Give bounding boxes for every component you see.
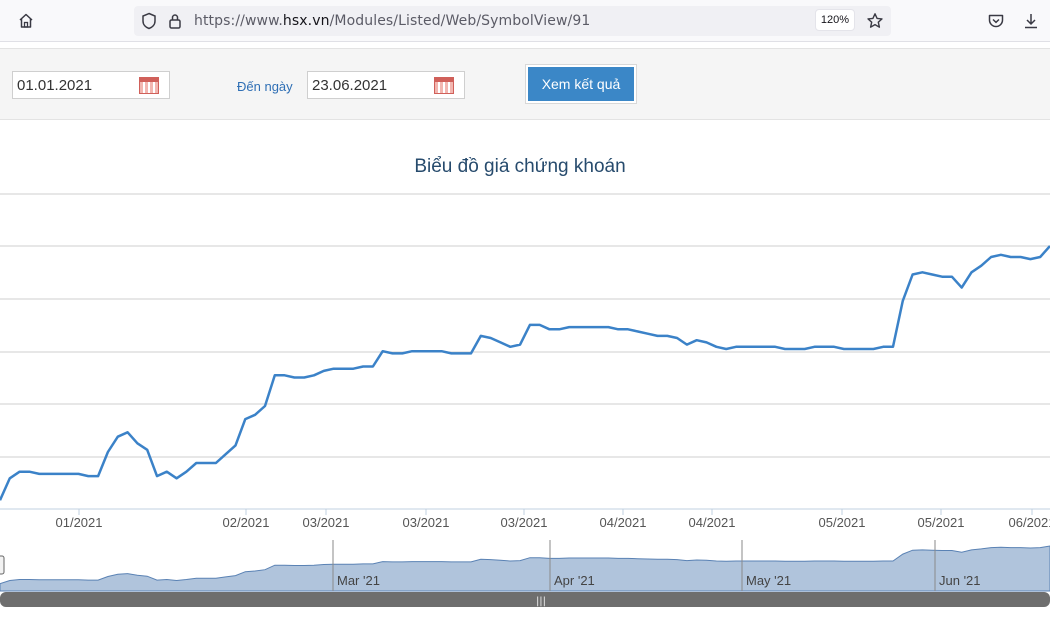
x-tick-label: 03/2021 <box>501 515 548 530</box>
x-tick-label: 02/2021 <box>223 515 270 530</box>
x-tick-label: 05/2021 <box>819 515 866 530</box>
x-tick-label: 01/2021 <box>56 515 103 530</box>
navigator-label: Apr '21 <box>554 573 595 588</box>
price-chart: 01/2021 02/2021 03/2021 03/2021 03/2021 04/20… <box>0 193 1050 607</box>
x-tick-label: 04/2021 <box>689 515 736 530</box>
x-tick-label: 06/2021 <box>1009 515 1050 530</box>
x-tick-label: 04/2021 <box>600 515 647 530</box>
navigator-scrollbar[interactable] <box>0 592 1050 607</box>
price-line <box>0 245 1050 501</box>
x-tick-label: 03/2021 <box>303 515 350 530</box>
x-tick-label: 03/2021 <box>403 515 450 530</box>
navigator-label: Mar '21 <box>337 573 380 588</box>
navigator-area <box>0 545 1050 592</box>
scrollbar-grip-icon: ||| <box>536 596 546 607</box>
navigator-handle[interactable] <box>0 555 5 575</box>
navigator-label: Jun '21 <box>939 573 981 588</box>
navigator-label: May '21 <box>746 573 791 588</box>
x-tick-label: 05/2021 <box>918 515 965 530</box>
